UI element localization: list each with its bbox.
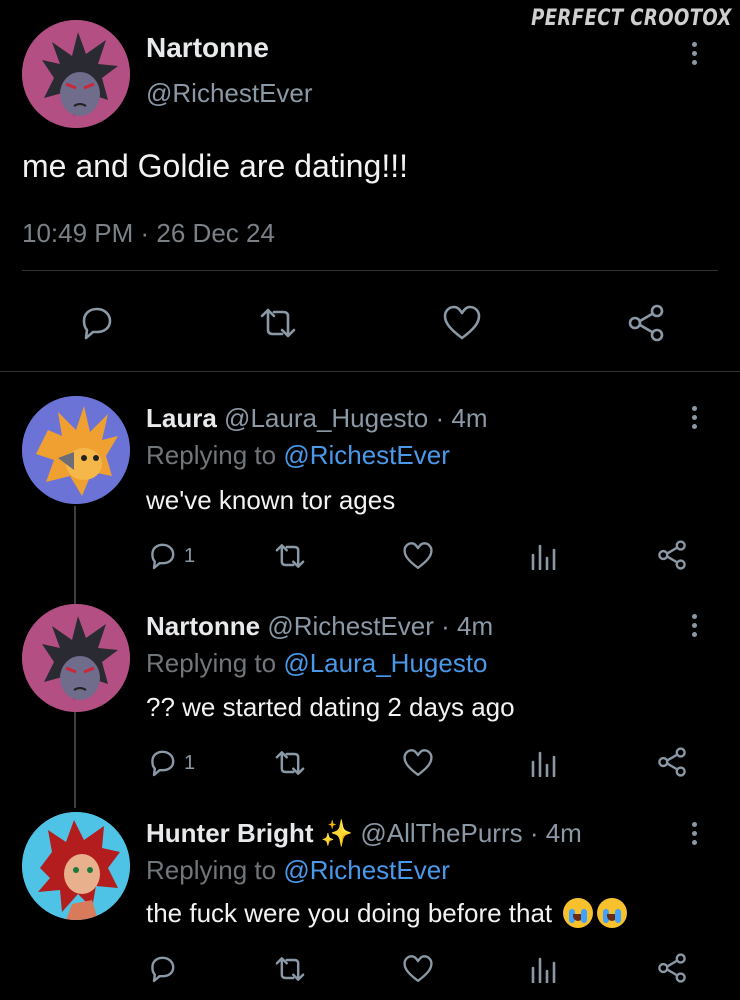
reply-author-name[interactable]: Hunter Bright [146, 818, 314, 848]
replying-to-link[interactable]: @Laura_Hugesto [283, 648, 487, 678]
share-icon[interactable] [656, 747, 688, 777]
reply-count: 1 [184, 752, 196, 774]
like-icon[interactable] [442, 304, 482, 342]
reply-author-handle[interactable]: @Laura_Hugesto [224, 403, 428, 433]
views-icon[interactable] [530, 540, 558, 570]
reply-icon[interactable] [146, 540, 178, 572]
replying-to-label: Replying to [146, 648, 284, 678]
reply-author-name[interactable]: Laura [146, 403, 217, 433]
post-author-name[interactable]: Nartonne [146, 32, 269, 64]
avatar[interactable] [22, 20, 130, 128]
reply-time: · 4m [435, 403, 488, 433]
replying-to-line: Replying to @RichestEver [146, 440, 450, 471]
loudly-crying-face-emoji [563, 898, 594, 928]
reply-author-handle[interactable]: @RichestEver [267, 611, 434, 641]
reply-time: · 4m [441, 611, 494, 641]
more-options-icon[interactable] [692, 42, 698, 69]
divider [0, 371, 740, 372]
views-icon[interactable] [530, 953, 558, 983]
reply-author-handle[interactable]: @AllThePurrs [360, 818, 522, 848]
retweet-icon[interactable] [256, 306, 300, 340]
avatar[interactable] [22, 812, 130, 920]
avatar[interactable] [22, 604, 130, 712]
avatar[interactable] [22, 396, 130, 504]
more-options-icon[interactable] [692, 406, 698, 433]
retweet-icon[interactable] [272, 542, 308, 570]
reply-header: Laura @Laura_Hugesto · 4m [146, 403, 487, 434]
share-icon[interactable] [656, 953, 688, 983]
replying-to-label: Replying to [146, 855, 284, 885]
reply-time: · 4m [529, 818, 582, 848]
reply-count: 1 [184, 545, 196, 567]
share-icon[interactable] [656, 540, 688, 570]
replying-to-line: Replying to @Laura_Hugesto [146, 648, 488, 679]
more-options-icon[interactable] [692, 614, 698, 641]
reply-text: ?? we started dating 2 days ago [146, 692, 515, 722]
reply-text: we've known tor ages [146, 485, 396, 515]
views-icon[interactable] [530, 747, 558, 777]
reply-author-name[interactable]: Nartonne [146, 611, 260, 641]
like-icon[interactable] [402, 748, 434, 778]
share-icon[interactable] [626, 304, 666, 342]
replying-to-link[interactable]: @RichestEver [283, 855, 450, 885]
watermark: PERFECT CROOTOX [531, 6, 732, 31]
post-text: me and Goldie are dating!!! [22, 148, 409, 184]
reply-text: the fuck were you doing before that [146, 898, 553, 928]
reply-header: Hunter Bright ✨ @AllThePurrs · 4m [146, 818, 582, 849]
reply-icon[interactable] [146, 747, 178, 779]
more-options-icon[interactable] [692, 822, 698, 849]
reply-header: Nartonne @RichestEver · 4m [146, 611, 493, 642]
replying-to-line: Replying to @RichestEver [146, 855, 450, 886]
post-timestamp: 10:49 PM · 26 Dec 24 [22, 218, 275, 248]
loudly-crying-face-emoji [597, 898, 628, 928]
divider [22, 270, 718, 271]
retweet-icon[interactable] [272, 749, 308, 777]
post-author-handle[interactable]: @RichestEver [146, 78, 313, 109]
like-icon[interactable] [402, 541, 434, 571]
sparkles-emoji: ✨ [320, 818, 354, 848]
like-icon[interactable] [402, 954, 434, 984]
retweet-icon[interactable] [272, 955, 308, 983]
reply-icon[interactable] [76, 303, 116, 343]
replying-to-link[interactable]: @RichestEver [283, 440, 450, 470]
reply-text-row: the fuck were you doing before that [146, 898, 628, 929]
replying-to-label: Replying to [146, 440, 284, 470]
reply-icon[interactable] [146, 953, 178, 985]
